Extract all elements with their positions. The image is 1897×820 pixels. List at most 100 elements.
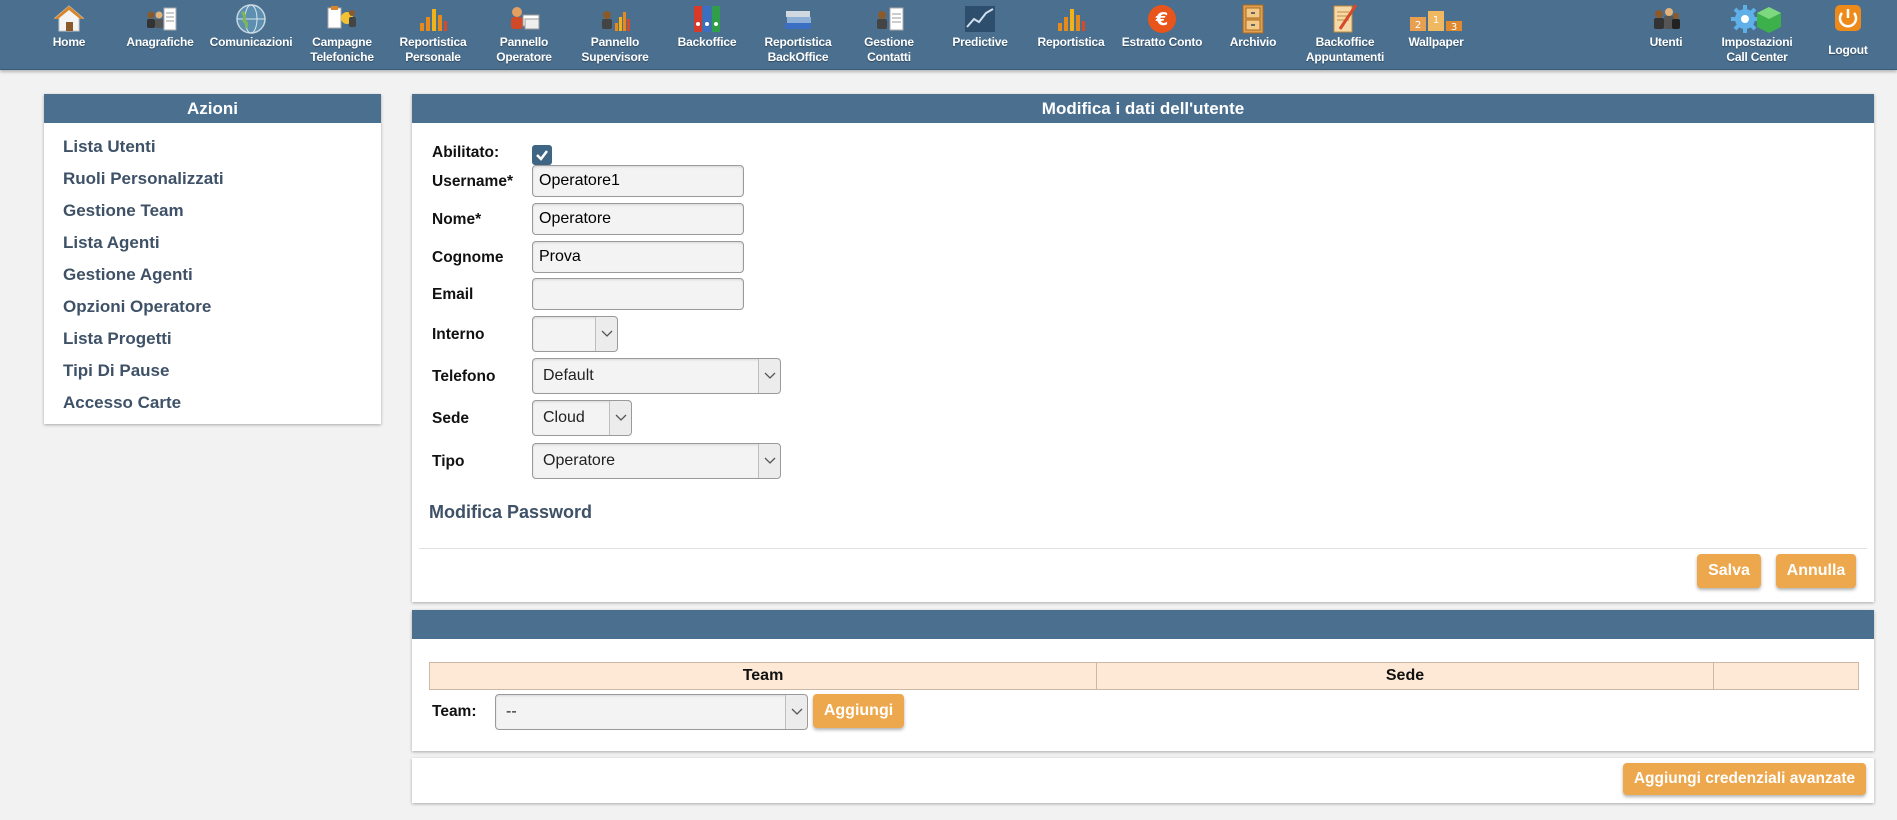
euro-icon: € bbox=[1148, 5, 1176, 33]
nome-label: Nome* bbox=[432, 211, 482, 228]
nome-input[interactable] bbox=[532, 203, 744, 235]
toolbar-item-reportistica-backoffice[interactable]: Reportistica BackOffice bbox=[752, 0, 844, 70]
toolbar-item-utenti[interactable]: Utenti bbox=[1620, 0, 1712, 70]
team-select[interactable]: -- bbox=[495, 694, 808, 730]
toolbar-item-backoffice[interactable]: Backoffice bbox=[661, 0, 753, 70]
toolbar-label-reportistica-personale: Reportistica Personale bbox=[399, 35, 467, 64]
toolbar-item-predictive[interactable]: Predictive bbox=[934, 0, 1026, 70]
cabinet-icon bbox=[1242, 4, 1264, 34]
toolbar-label-predictive: Predictive bbox=[952, 35, 1008, 49]
toolbar-label-anagrafiche: Anagrafiche bbox=[126, 35, 194, 49]
toolbar-label-pannello-supervisore: Pannello Supervisore bbox=[581, 35, 649, 64]
team-select-value: -- bbox=[506, 703, 517, 720]
toolbar-label-wallpaper: Wallpaper bbox=[1408, 35, 1464, 49]
modifica-password-link[interactable]: Modifica Password bbox=[429, 502, 592, 523]
team-table-header: Team Sede bbox=[429, 662, 1859, 690]
username-input[interactable] bbox=[532, 165, 744, 197]
save-button[interactable]: Salva bbox=[1697, 554, 1761, 588]
people-document-icon bbox=[147, 7, 177, 31]
toolbar-item-campagne-telefoniche[interactable]: Campagne Telefoniche bbox=[296, 0, 388, 70]
tipo-label: Tipo bbox=[432, 453, 465, 470]
sidebar-item-ruoli-personalizzati[interactable]: Ruoli Personalizzati bbox=[44, 163, 381, 195]
sidebar-panel: Azioni Lista Utenti Ruoli Personalizzati… bbox=[44, 94, 381, 424]
toolbar-item-estratto-conto[interactable]: € Estratto Conto bbox=[1116, 0, 1208, 70]
toolbar-item-archivio[interactable]: Archivio bbox=[1207, 0, 1299, 70]
toolbar-item-reportistica-personale[interactable]: Reportistica Personale bbox=[387, 0, 479, 70]
toolbar-item-home[interactable]: Home bbox=[23, 0, 115, 70]
svg-text:3: 3 bbox=[1451, 22, 1457, 33]
interno-select[interactable] bbox=[532, 316, 618, 352]
add-advanced-credentials-button[interactable]: Aggiungi credenziali avanzate bbox=[1623, 763, 1866, 795]
toolbar-label-utenti: Utenti bbox=[1649, 35, 1683, 49]
abilitato-label: Abilitato: bbox=[432, 144, 500, 161]
toolbar-item-wallpaper[interactable]: 2 1 3 Wallpaper bbox=[1390, 0, 1482, 70]
sidebar-item-lista-utenti[interactable]: Lista Utenti bbox=[44, 131, 381, 163]
sidebar-item-tipi-di-pause[interactable]: Tipi Di Pause bbox=[44, 355, 381, 387]
clipboard-people-icon bbox=[327, 6, 356, 29]
svg-text:1: 1 bbox=[1433, 15, 1439, 26]
edit-user-title: Modifica i dati dell'utente bbox=[412, 94, 1874, 123]
team-panel: Team Sede Team: -- Aggiungi bbox=[412, 610, 1874, 751]
telefono-select[interactable]: Default bbox=[532, 358, 781, 394]
sidebar-item-gestione-team[interactable]: Gestione Team bbox=[44, 195, 381, 227]
tipo-select-value: Operatore bbox=[543, 452, 616, 469]
sidebar-item-lista-progetti[interactable]: Lista Progetti bbox=[44, 323, 381, 355]
toolbar-item-reportistica[interactable]: Reportistica bbox=[1025, 0, 1117, 70]
email-label: Email bbox=[432, 286, 474, 303]
toolbar-label-campagne-telefoniche: Campagne Telefoniche bbox=[310, 35, 374, 64]
gears-icon bbox=[1731, 5, 1781, 33]
advanced-panel: Aggiungi credenziali avanzate bbox=[412, 758, 1874, 803]
notepad-pencil-icon bbox=[1333, 4, 1358, 33]
cancel-button[interactable]: Annulla bbox=[1776, 554, 1856, 588]
sede-label: Sede bbox=[432, 410, 470, 427]
toolbar-label-backoffice-appuntamenti: Backoffice Appuntamenti bbox=[1305, 35, 1385, 64]
team-panel-title bbox=[412, 610, 1874, 639]
toolbar-label-logout: Logout bbox=[1828, 43, 1868, 57]
sede-column-header: Sede bbox=[1097, 663, 1714, 689]
toolbar-item-impostazioni-call-center[interactable]: Impostazioni Call Center bbox=[1711, 0, 1803, 70]
toolbar-item-backoffice-appuntamenti[interactable]: Backoffice Appuntamenti bbox=[1299, 0, 1391, 70]
line-chart-icon bbox=[965, 6, 995, 32]
form-divider bbox=[419, 548, 1867, 549]
team-label: Team: bbox=[432, 703, 477, 720]
email-input[interactable] bbox=[532, 278, 744, 310]
tipo-select[interactable]: Operatore bbox=[532, 443, 781, 479]
chevron-down-icon bbox=[609, 401, 631, 435]
edit-user-panel: Modifica i dati dell'utente Abilitato: U… bbox=[412, 94, 1874, 602]
sidebar-item-gestione-agenti[interactable]: Gestione Agenti bbox=[44, 259, 381, 291]
toolbar-label-backoffice: Backoffice bbox=[677, 35, 737, 49]
cognome-label: Cognome bbox=[432, 249, 504, 266]
chevron-down-icon bbox=[758, 444, 780, 478]
team-column-header: Team bbox=[430, 663, 1097, 689]
toolbar-item-anagrafiche[interactable]: Anagrafiche bbox=[114, 0, 206, 70]
sidebar-menu: Lista Utenti Ruoli Personalizzati Gestio… bbox=[44, 123, 381, 419]
bar-chart-icon bbox=[420, 9, 447, 31]
actions-column-header bbox=[1714, 663, 1858, 689]
books-icon bbox=[785, 11, 811, 29]
toolbar-label-home: Home bbox=[52, 35, 86, 49]
sidebar-item-lista-agenti[interactable]: Lista Agenti bbox=[44, 227, 381, 259]
sede-select-value: Cloud bbox=[543, 409, 585, 426]
toolbar-item-pannello-operatore[interactable]: Pannello Operatore bbox=[478, 0, 570, 70]
telefono-select-value: Default bbox=[543, 367, 594, 384]
users-icon bbox=[1654, 8, 1680, 29]
sidebar-item-accesso-carte[interactable]: Accesso Carte bbox=[44, 387, 381, 419]
sidebar-item-opzioni-operatore[interactable]: Opzioni Operatore bbox=[44, 291, 381, 323]
toolbar-item-gestione-contatti[interactable]: Gestione Contatti bbox=[843, 0, 935, 70]
globe-icon bbox=[236, 4, 266, 34]
checkmark-icon bbox=[536, 150, 548, 161]
toolbar-item-logout[interactable]: Logout bbox=[1802, 0, 1894, 70]
telefono-label: Telefono bbox=[432, 368, 496, 385]
chevron-down-icon bbox=[785, 695, 807, 729]
toolbar-label-pannello-operatore: Pannello Operatore bbox=[496, 35, 552, 64]
person-document-icon bbox=[877, 7, 904, 31]
toolbar-label-estratto-conto: Estratto Conto bbox=[1121, 35, 1203, 49]
toolbar-item-comunicazioni[interactable]: Comunicazioni bbox=[205, 0, 297, 70]
abilitato-checkbox[interactable] bbox=[532, 145, 552, 165]
supervisor-chart-icon bbox=[602, 11, 630, 31]
toolbar-item-pannello-supervisore[interactable]: Pannello Supervisore bbox=[569, 0, 661, 70]
sede-select[interactable]: Cloud bbox=[532, 400, 632, 436]
cognome-input[interactable] bbox=[532, 241, 744, 273]
add-team-button[interactable]: Aggiungi bbox=[813, 694, 904, 728]
bar-chart-icon bbox=[1058, 9, 1085, 31]
